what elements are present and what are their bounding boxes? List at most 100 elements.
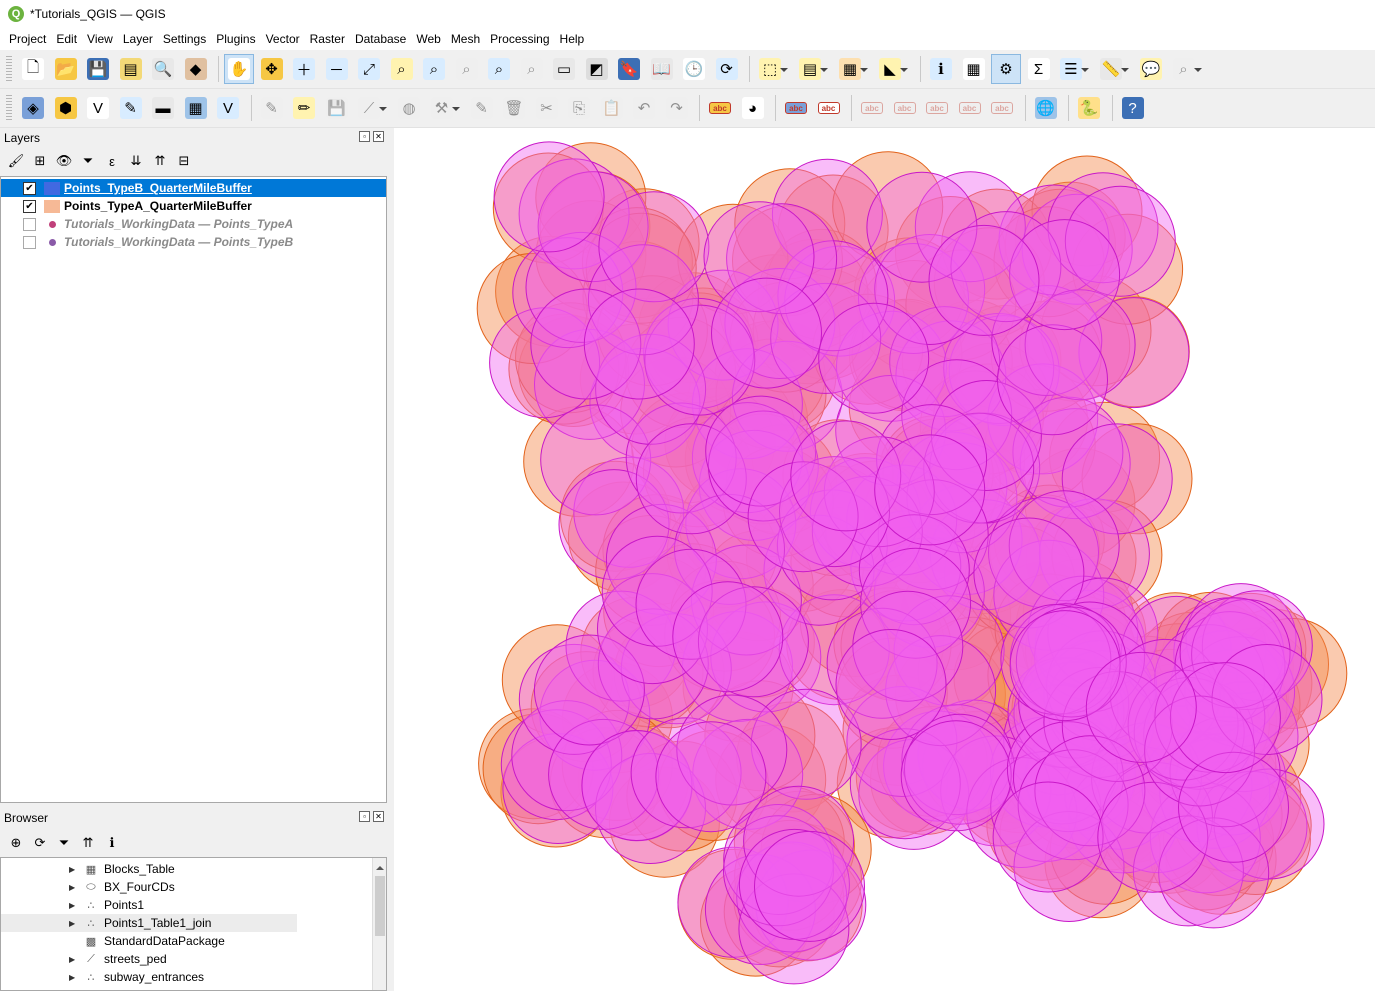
georeferencer-button[interactable]: 🌐 (1031, 93, 1061, 123)
browser-item[interactable]: ▶ ∴ Points1_Table1_join (1, 914, 297, 932)
change-label-button[interactable]: abc (955, 93, 985, 123)
python-console-button[interactable]: 🐍 (1074, 93, 1104, 123)
select-by-value-button[interactable]: ▤ (795, 54, 828, 84)
browser-item[interactable]: ▶ ∴ subway_entrances (1, 968, 297, 986)
close-panel-icon[interactable]: ✕ (373, 811, 384, 822)
layers-tree[interactable]: ✔ Points_TypeB_QuarterMileBuffer ✔ Points_T… (0, 176, 387, 803)
new-project-button[interactable]: 🗋 (18, 54, 48, 84)
browser-item[interactable]: ▶ ▦ Blocks_Table (1, 860, 297, 878)
zoom-out-button[interactable]: － (322, 54, 352, 84)
expand-arrow-icon[interactable]: ▶ (69, 865, 79, 874)
save-project-button[interactable]: 💾 (83, 54, 113, 84)
identify-features-button[interactable]: ℹ (926, 54, 956, 84)
select-features-button[interactable]: ⬚ (755, 54, 788, 84)
move-label-button[interactable]: abc (890, 93, 920, 123)
layout-manager-button[interactable]: 🔍 (148, 54, 178, 84)
menu-edit[interactable]: Edit (51, 29, 82, 49)
new-geopackage-layer-button[interactable]: ⬢ (51, 93, 81, 123)
help-button[interactable]: ? (1118, 93, 1148, 123)
rotate-label-button[interactable]: abc (922, 93, 952, 123)
browser-item[interactable]: ▶ ∴ Points1 (1, 896, 297, 914)
toolbar-grip[interactable] (6, 95, 12, 121)
undo-button[interactable]: ↶ (629, 93, 659, 123)
modify-attributes-button[interactable]: ✎ (467, 93, 497, 123)
layer-visibility-checkbox[interactable]: ✔ (23, 181, 36, 195)
browser-scrollbar[interactable] (372, 858, 386, 990)
redo-button[interactable]: ↷ (662, 93, 692, 123)
expand-arrow-icon[interactable]: ▶ (69, 919, 79, 928)
menu-view[interactable]: View (82, 29, 118, 49)
pan-to-selection-button[interactable]: ✥ (257, 54, 287, 84)
zoom-to-layer-button[interactable]: ⌕ (419, 54, 449, 84)
menu-plugins[interactable]: Plugins (211, 29, 260, 49)
new-3d-view-button[interactable]: ◩ (582, 54, 612, 84)
layer-labeling-button[interactable]: abc (705, 93, 735, 123)
layer-visibility-checkbox[interactable] (23, 217, 36, 231)
layer-row[interactable]: ✔ Points_TypeB_QuarterMileBuffer (1, 179, 386, 197)
temporal-controller-button[interactable]: 🕒 (679, 54, 709, 84)
vertex-tool-button[interactable]: ⚒ (427, 93, 460, 123)
open-layer-styling-icon[interactable]: 🖌 (6, 151, 26, 171)
locator-button[interactable]: ⌕ (1169, 54, 1202, 84)
add-group-icon[interactable]: ⊞ (30, 151, 50, 171)
filter-browser-icon[interactable]: ⏷ (54, 833, 74, 853)
measure-line-button[interactable]: 📏 (1096, 54, 1129, 84)
show-hide-labels-button[interactable]: abc (857, 93, 887, 123)
menu-vector[interactable]: Vector (261, 29, 305, 49)
style-manager-button[interactable]: ◆ (181, 54, 211, 84)
scroll-up-icon[interactable] (376, 862, 384, 870)
toggle-editing-button[interactable]: ✏ (289, 93, 319, 123)
collapse-browser-icon[interactable]: ⇈ (78, 833, 98, 853)
paste-features-button[interactable]: 📋 (597, 93, 627, 123)
new-map-view-button[interactable]: ▭ (549, 54, 579, 84)
browser-item[interactable]: ▩ StandardDataPackage (1, 932, 297, 950)
select-by-location-button[interactable]: ◣ (875, 54, 908, 84)
menu-help[interactable]: Help (555, 29, 590, 49)
expand-all-icon[interactable]: ⇊ (126, 151, 146, 171)
expand-arrow-icon[interactable]: ▶ (69, 955, 79, 964)
pin-labels-button[interactable]: abc (814, 93, 844, 123)
processing-toolbox-button[interactable]: ⚙ (991, 54, 1021, 84)
layer-visibility-checkbox[interactable]: ✔ (23, 199, 36, 213)
zoom-to-selection-button[interactable]: ⌕ (387, 54, 417, 84)
delete-selected-button[interactable]: 🗑 (499, 93, 529, 123)
highlight-pinned-labels-button[interactable]: abc (781, 93, 811, 123)
remove-layer-icon[interactable]: ⊟ (174, 151, 194, 171)
save-layer-edits-button[interactable]: 💾 (322, 93, 352, 123)
digitize-line-button[interactable]: ⟋ (354, 93, 387, 123)
map-canvas[interactable] (394, 128, 1375, 991)
show-bookmarks-button[interactable]: 📖 (647, 54, 677, 84)
data-source-manager-button[interactable]: ◈ (18, 93, 48, 123)
manage-map-themes-icon[interactable]: 👁 (54, 151, 74, 171)
new-print-layout-button[interactable]: ▤ (116, 54, 146, 84)
current-edits-button[interactable]: ✎ (257, 93, 287, 123)
map-tips-button[interactable]: 💬 (1136, 54, 1166, 84)
scrollbar-thumb[interactable] (375, 876, 385, 936)
menu-settings[interactable]: Settings (158, 29, 211, 49)
layer-row[interactable]: ✔ Points_TypeA_QuarterMileBuffer (1, 197, 386, 215)
zoom-in-button[interactable]: ＋ (289, 54, 319, 84)
zoom-full-button[interactable]: ⤢ (354, 54, 384, 84)
add-selected-layers-icon[interactable]: ⊕ (6, 833, 26, 853)
add-vector-layer-button[interactable]: V (213, 93, 243, 123)
filter-by-expression-icon[interactable]: ε (102, 151, 122, 171)
browser-item[interactable]: ▶ ⟋ streets_ped (1, 950, 297, 968)
open-project-button[interactable]: 📂 (51, 54, 81, 84)
new-virtual-layer-button[interactable]: ▬ (148, 93, 178, 123)
new-spatialite-layer-button[interactable]: ✎ (116, 93, 146, 123)
expand-arrow-icon[interactable]: ▶ (69, 973, 79, 982)
menu-project[interactable]: Project (4, 29, 51, 49)
refresh-browser-icon[interactable]: ⟳ (30, 833, 50, 853)
menu-raster[interactable]: Raster (305, 29, 350, 49)
float-panel-icon[interactable]: ▫ (359, 131, 370, 142)
zoom-last-button[interactable]: ⌕ (484, 54, 514, 84)
enable-properties-icon[interactable]: ℹ (102, 833, 122, 853)
menu-layer[interactable]: Layer (118, 29, 158, 49)
open-attribute-table-button[interactable]: ▦ (959, 54, 989, 84)
statistical-summary-button[interactable]: Σ (1024, 54, 1054, 84)
add-feature-button[interactable]: ◍ (394, 93, 424, 123)
cut-features-button[interactable]: ✂ (532, 93, 562, 123)
expand-arrow-icon[interactable]: ▶ (69, 901, 79, 910)
filter-legend-icon[interactable]: ⏷ (78, 151, 98, 171)
new-shapefile-layer-button[interactable]: V (83, 93, 113, 123)
